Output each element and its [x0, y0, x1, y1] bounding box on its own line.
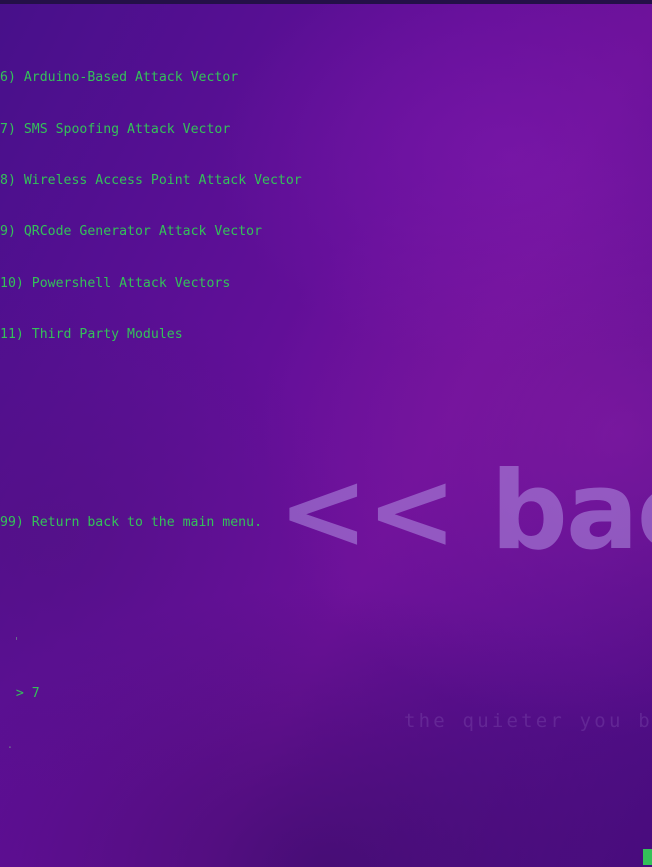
menu-item-num: 11) [0, 326, 24, 342]
main-menu-choice[interactable]: > 7 [0, 685, 652, 702]
tick-artifact: . [0, 736, 652, 753]
menu-item-num: 7) [0, 121, 16, 137]
menu-item-label [16, 70, 24, 85]
menu-item-num: 10) [0, 275, 24, 291]
menu-item-text: Third Party Modules [31, 326, 183, 342]
menu-item-qrcode[interactable]: 9) QRCode Generator Attack Vector [0, 223, 652, 240]
menu-item-text: QRCode Generator Attack Vector [23, 224, 263, 240]
terminal-window: << back the quieter you b 6) Arduino-Bas… [0, 0, 652, 867]
menu-item-sms-spoofing[interactable]: 7) SMS Spoofing Attack Vector [0, 121, 652, 138]
sp [16, 173, 24, 188]
sp [16, 224, 24, 239]
tick-glyph: . [0, 738, 14, 752]
menu-item-arduino[interactable]: 6) Arduino-Based Attack Vector [0, 69, 652, 86]
menu-item-num: 8) [0, 172, 16, 188]
menu-item-return-main[interactable]: 99) Return back to the main menu. [0, 514, 652, 531]
menu-item-num: 6) [0, 70, 16, 86]
menu-item-text: Powershell Attack Vectors [31, 275, 231, 291]
menu-item-text: Wireless Access Point Attack Vector [23, 172, 302, 188]
menu-item-num: 9) [0, 224, 16, 240]
menu-item-third-party[interactable]: 11) Third Party Modules [0, 326, 652, 343]
terminal-output[interactable]: 6) Arduino-Based Attack Vector 7) SMS Sp… [0, 0, 652, 867]
menu-item-powershell[interactable]: 10) Powershell Attack Vectors [0, 275, 652, 292]
menu-item-text: SMS Spoofing Attack Vector [23, 121, 231, 137]
text-cursor [643, 849, 652, 865]
menu-item-wireless-ap[interactable]: 8) Wireless Access Point Attack Vector [0, 172, 652, 189]
tick-artifact: ' [0, 633, 652, 650]
menu-item-text: Arduino-Based Attack Vector [23, 70, 239, 86]
tick-glyph: ' [0, 635, 20, 649]
sp [24, 327, 32, 342]
sp [16, 122, 24, 137]
sp [24, 276, 32, 291]
